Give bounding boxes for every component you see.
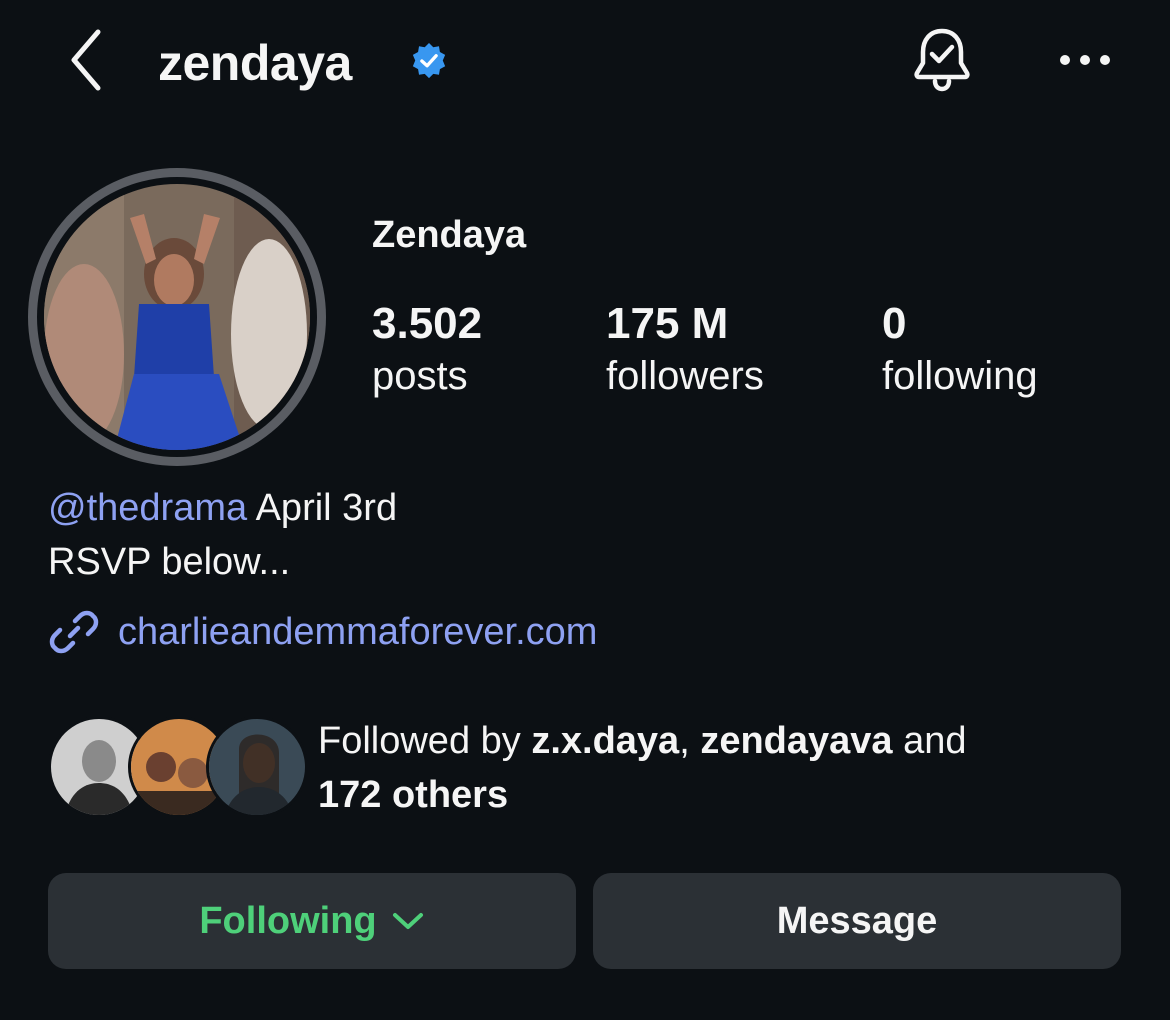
- bell-check-icon: [914, 28, 970, 92]
- notifications-button[interactable]: [904, 22, 980, 98]
- header-username: zendaya: [158, 35, 352, 91]
- followed-by-sep: ,: [679, 720, 701, 762]
- followers-stat[interactable]: 175 M followers: [606, 298, 764, 402]
- following-stat[interactable]: 0 following: [882, 298, 1038, 402]
- mutual-user-1: z.x.daya: [531, 720, 680, 762]
- bio-link[interactable]: charlieandemmaforever.com: [48, 604, 597, 660]
- following-button[interactable]: Following: [48, 873, 576, 969]
- mutual-others-count: 172 others: [318, 774, 509, 816]
- posts-stat[interactable]: 3.502 posts: [372, 298, 482, 402]
- verified-badge-icon: [410, 42, 448, 80]
- followers-label: followers: [606, 354, 764, 398]
- bio-text-1: April 3rd: [247, 487, 398, 529]
- chevron-left-icon: [71, 29, 101, 91]
- link-icon: [49, 610, 99, 654]
- bio-line-2: RSVP below...: [48, 541, 291, 583]
- profile-photo: [44, 184, 310, 450]
- more-options-button[interactable]: [1050, 36, 1120, 84]
- posts-label: posts: [372, 354, 468, 398]
- message-button-label: Message: [776, 899, 938, 942]
- profile-avatar[interactable]: [28, 168, 326, 466]
- display-name: Zendaya: [372, 214, 527, 256]
- followed-by-and: and: [892, 720, 967, 762]
- mutual-avatar-3: [206, 716, 308, 818]
- posts-count: 3.502: [372, 299, 483, 348]
- followers-count: 175 M: [606, 299, 729, 348]
- following-count: 0: [882, 299, 907, 348]
- bio-line-1: @thedrama April 3rd: [48, 484, 397, 532]
- following-button-label: Following: [199, 899, 377, 942]
- following-label: following: [882, 354, 1038, 398]
- back-button[interactable]: [58, 28, 114, 92]
- more-horizontal-icon: [1060, 55, 1110, 65]
- followed-by-prefix: Followed by: [318, 720, 532, 762]
- chevron-down-icon: [392, 913, 423, 929]
- bio-mention-link[interactable]: @thedrama: [48, 487, 247, 529]
- bio-link-text: charlieandemmaforever.com: [118, 611, 598, 653]
- followed-by-text[interactable]: Followed by z.x.daya, zendayava and 172 o…: [318, 714, 1138, 822]
- message-button[interactable]: Message: [593, 873, 1121, 969]
- mutual-user-2: zendayava: [700, 720, 893, 762]
- mutual-followers-avatars[interactable]: [48, 716, 308, 818]
